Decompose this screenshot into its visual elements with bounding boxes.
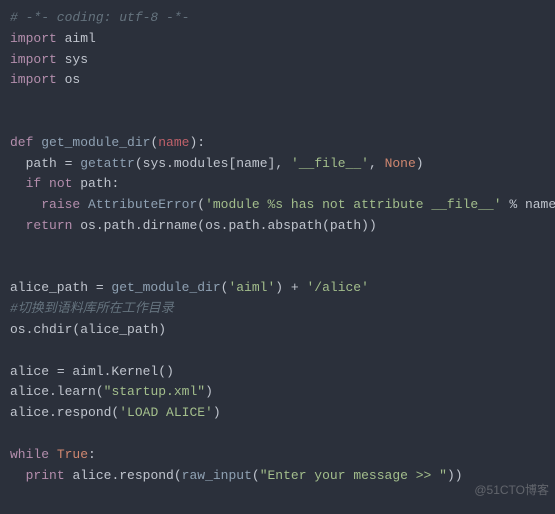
paren: ): [213, 405, 221, 420]
paren: ): [158, 322, 166, 337]
keyword-import: import: [10, 72, 57, 87]
paren: ): [205, 384, 213, 399]
keyword-while: while: [10, 447, 49, 462]
module-name: sys: [65, 52, 88, 67]
code-line: alice.learn("startup.xml"): [10, 382, 545, 403]
blank-line: [10, 258, 545, 279]
colon: :: [111, 176, 119, 191]
class-name: AttributeError: [88, 197, 197, 212]
code-line: #切换到语料库所在工作目录: [10, 299, 545, 320]
var: alice_path: [80, 322, 158, 337]
code-line: path = getattr(sys.modules[name], '__fil…: [10, 154, 545, 175]
op: =: [88, 280, 111, 295]
string: '__file__': [291, 156, 369, 171]
keyword-import: import: [10, 31, 57, 46]
paren: (: [252, 468, 260, 483]
string: 'module %s has not attribute __file__': [205, 197, 501, 212]
keyword-print: print: [26, 468, 65, 483]
attr: alice.learn: [10, 384, 96, 399]
var: path: [330, 218, 361, 233]
paren: ): [416, 156, 424, 171]
paren: (: [135, 156, 143, 171]
attr: os.path.dirname: [80, 218, 197, 233]
const-true: True: [57, 447, 88, 462]
builtin: getattr: [80, 156, 135, 171]
module-name: aiml: [65, 31, 96, 46]
keyword-return: return: [26, 218, 73, 233]
keyword-def: def: [10, 135, 33, 150]
blank-line: [10, 341, 545, 362]
code-line: import sys: [10, 50, 545, 71]
blank-line: [10, 237, 545, 258]
attr: alice.respond: [72, 468, 173, 483]
blank-line: [10, 112, 545, 133]
var: alice: [10, 364, 49, 379]
paren: ): [369, 218, 377, 233]
attr: os.path.abspath: [205, 218, 322, 233]
attr: alice.respond: [10, 405, 111, 420]
paren: ): [166, 364, 174, 379]
code-line: alice.respond('LOAD ALICE'): [10, 403, 545, 424]
code-line: import aiml: [10, 29, 545, 50]
blank-line: [10, 424, 545, 445]
code-line: def get_module_dir(name):: [10, 133, 545, 154]
const-none: None: [385, 156, 416, 171]
op: =: [49, 364, 72, 379]
code-line: os.chdir(alice_path): [10, 320, 545, 341]
attr: aiml.Kernel: [72, 364, 158, 379]
code-line: raise AttributeError('module %s has not …: [10, 195, 545, 216]
paren: ): [275, 280, 283, 295]
code-line: return os.path.dirname(os.path.abspath(p…: [10, 216, 545, 237]
string: "startup.xml": [104, 384, 205, 399]
comma: ,: [275, 156, 291, 171]
attr: sys.modules: [143, 156, 229, 171]
code-line: print alice.respond(raw_input("Enter you…: [10, 466, 545, 487]
function-call: get_module_dir: [111, 280, 220, 295]
code-line: # -*- coding: utf-8 -*-: [10, 8, 545, 29]
string: "Enter your message >> ": [260, 468, 447, 483]
builtin: raw_input: [182, 468, 252, 483]
paren: ): [361, 218, 369, 233]
code-line: import os: [10, 70, 545, 91]
keyword-if: if: [26, 176, 42, 191]
var: name: [525, 197, 555, 212]
string: 'aiml': [228, 280, 275, 295]
blank-line: [10, 91, 545, 112]
attr: os.chdir: [10, 322, 72, 337]
keyword-not: not: [49, 176, 72, 191]
keyword-import: import: [10, 52, 57, 67]
code-line: if not path:: [10, 174, 545, 195]
paren: (: [158, 364, 166, 379]
paren: (: [174, 468, 182, 483]
param: name: [158, 135, 189, 150]
comment: # -*- coding: utf-8 -*-: [10, 10, 189, 25]
paren: ): [455, 468, 463, 483]
op: %: [502, 197, 525, 212]
paren: (: [322, 218, 330, 233]
string: 'LOAD ALICE': [119, 405, 213, 420]
code-line: alice = aiml.Kernel(): [10, 362, 545, 383]
var: alice_path: [10, 280, 88, 295]
code-line: alice_path = get_module_dir('aiml') + '/…: [10, 278, 545, 299]
code-block: # -*- coding: utf-8 -*- import aiml impo…: [10, 8, 545, 486]
colon: :: [88, 447, 96, 462]
function-name: get_module_dir: [41, 135, 150, 150]
var: name: [236, 156, 267, 171]
keyword-raise: raise: [41, 197, 80, 212]
var: path: [26, 156, 57, 171]
var: path: [80, 176, 111, 191]
comment: #切换到语料库所在工作目录: [10, 301, 174, 316]
paren: (: [96, 384, 104, 399]
comma: ,: [369, 156, 385, 171]
module-name: os: [65, 72, 81, 87]
colon: :: [197, 135, 205, 150]
paren: ): [447, 468, 455, 483]
string: '/alice': [306, 280, 368, 295]
op: +: [283, 280, 306, 295]
op: =: [57, 156, 80, 171]
code-line: while True:: [10, 445, 545, 466]
paren: (: [197, 197, 205, 212]
watermark: @51CTO博客: [474, 481, 549, 500]
paren: (: [197, 218, 205, 233]
